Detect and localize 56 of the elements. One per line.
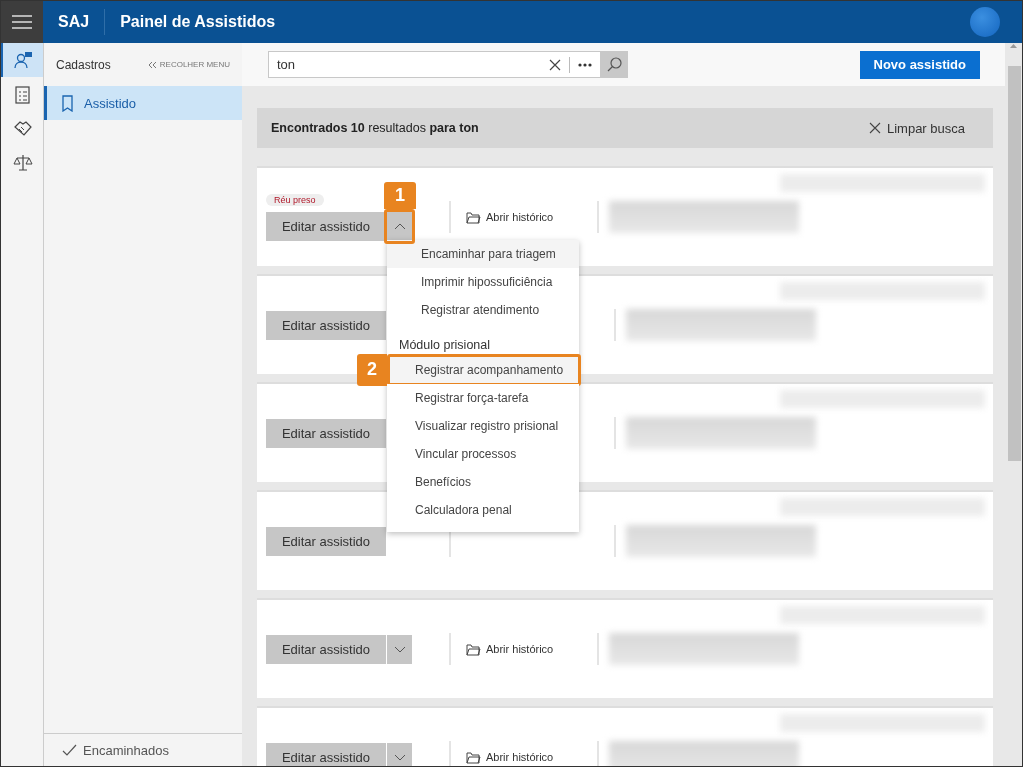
clipboard-icon [13, 84, 33, 104]
rail-nav-item[interactable] [1, 43, 43, 77]
edit-client-button[interactable]: Editar assistido [266, 526, 386, 556]
folder-icon [466, 750, 481, 764]
edit-client-button[interactable]: Editar assistido [266, 310, 386, 340]
folder-icon [466, 642, 481, 656]
scrollbar-drawing[interactable] [1005, 43, 1022, 461]
collapse-menu-link[interactable]: RECOLHER MENU [147, 60, 230, 69]
menu-item[interactable]: Registrar força-tarefa [387, 383, 579, 412]
new-client-button[interactable]: Novo assistido [859, 50, 980, 79]
person-icon [13, 50, 33, 70]
checkmark-icon [62, 744, 77, 756]
menu-icon [12, 15, 32, 29]
clear-search-link[interactable]: Limpar busca [868, 120, 979, 136]
bookmark-icon [61, 94, 74, 112]
menu-item[interactable]: Encaminhar para triagem [387, 239, 579, 268]
folder-icon [466, 210, 481, 224]
step-number: 2 [357, 353, 387, 386]
chevron-icon [393, 753, 406, 761]
dropdown-toggle[interactable] [387, 742, 412, 766]
status-tag: Réu preso [266, 193, 324, 206]
search-field[interactable]: ton [268, 51, 601, 78]
close-icon [549, 58, 561, 71]
menu-item[interactable]: Benefícios [387, 467, 579, 496]
edit-client-button[interactable]: Editar assistido [266, 418, 386, 448]
search-button[interactable] [601, 51, 628, 78]
menu-item[interactable]: Registrar atendimento [387, 295, 579, 324]
menu-group-heading: Módulo prisional [398, 336, 492, 354]
menu-item[interactable]: Registrar acompanhamento [387, 355, 579, 384]
open-history-link[interactable]: Abrir histórico [451, 641, 597, 657]
menu-item[interactable]: Visualizar registro prisional [387, 411, 579, 440]
app-brand: SAJ [58, 9, 106, 35]
chevron-icon [393, 222, 406, 230]
ellipsis-icon [578, 62, 592, 67]
search-icon [607, 57, 622, 72]
edit-client-button[interactable]: Editar assistido [266, 634, 386, 664]
user-avatar[interactable] [970, 7, 1000, 37]
section-heading: Cadastros [56, 57, 111, 72]
menu-item[interactable]: Calculadora penal [387, 495, 579, 524]
results-summary: Encontrados 10 resultados para ton [271, 121, 479, 135]
menu-item[interactable]: Vincular processos [387, 439, 579, 468]
edit-client-button[interactable]: Editar assistido [266, 211, 386, 241]
open-history-link[interactable]: Abrir histórico [451, 749, 597, 765]
step-number: 1 [384, 181, 416, 209]
sidebar-item[interactable]: Assistido [44, 86, 242, 120]
dropdown-toggle[interactable] [387, 211, 412, 241]
chevron-icon [393, 645, 406, 653]
menu-button[interactable] [1, 1, 43, 43]
menu-item[interactable]: Imprimir hipossuficiência [387, 267, 579, 296]
page-title: Painel de Assistidos [120, 13, 276, 31]
open-history-link[interactable]: Abrir histórico [451, 209, 597, 225]
close-icon [868, 122, 881, 134]
scales-icon [13, 152, 33, 172]
dropdown-toggle[interactable] [387, 634, 412, 664]
double-chevron-icon [147, 60, 157, 69]
edit-client-button[interactable]: Editar assistido [266, 742, 386, 766]
